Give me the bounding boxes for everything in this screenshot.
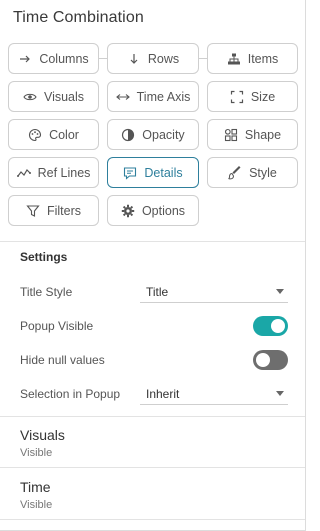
visuals-label: Visuals (43, 89, 85, 104)
style-label: Style (249, 165, 277, 180)
eye-icon (23, 90, 37, 104)
options-button[interactable]: Options (107, 195, 199, 226)
items-label: Items (247, 51, 279, 66)
size-button[interactable]: Size (207, 81, 298, 112)
ref-lines-label: Ref Lines (37, 165, 91, 180)
toggle-knob (256, 353, 270, 367)
color-label: Color (49, 127, 79, 142)
panel-title: Time Combination (13, 9, 144, 26)
popup-visible-label: Popup Visible (20, 319, 94, 333)
line-chart-icon (16, 166, 31, 180)
caret-down-icon (276, 289, 284, 294)
time-section-subtitle: Visible (20, 499, 53, 511)
selection-popup-select[interactable]: Inherit (140, 383, 288, 405)
details-button[interactable]: Details (107, 157, 199, 188)
opacity-icon (121, 128, 135, 142)
time-axis-button[interactable]: Time Axis (107, 81, 199, 112)
caret-down-icon (276, 391, 284, 396)
divider (0, 241, 305, 242)
rows-button[interactable]: Rows (107, 43, 199, 74)
color-button[interactable]: Color (8, 119, 99, 150)
filters-label: Filters (46, 203, 82, 218)
visuals-section-subtitle: Visible (20, 447, 53, 459)
size-label: Size (250, 89, 276, 104)
style-button[interactable]: Style (207, 157, 298, 188)
funnel-icon (26, 204, 40, 218)
time-section-title[interactable]: Time (20, 479, 51, 495)
visuals-button[interactable]: Visuals (8, 81, 99, 112)
divider (0, 467, 305, 468)
columns-label: Columns (39, 51, 89, 66)
title-style-select[interactable]: Title (140, 281, 288, 303)
opacity-label: Opacity (142, 127, 185, 142)
resize-corners-icon (230, 90, 244, 104)
popup-visible-toggle[interactable] (253, 316, 288, 336)
message-icon (123, 166, 137, 180)
filters-button[interactable]: Filters (8, 195, 99, 226)
title-style-value: Title (146, 284, 169, 299)
details-label: Details (144, 165, 183, 180)
arrow-right-icon (18, 52, 32, 66)
arrow-down-icon (127, 52, 141, 66)
gear-icon (121, 204, 135, 218)
shapes-icon (224, 128, 238, 142)
settings-heading: Settings (20, 250, 68, 264)
arrows-horizontal-icon (115, 90, 130, 104)
items-button[interactable]: Items (207, 43, 298, 74)
hide-null-toggle[interactable] (253, 350, 288, 370)
rows-label: Rows (147, 51, 180, 66)
visuals-section-title[interactable]: Visuals (20, 427, 65, 443)
selection-popup-label: Selection in Popup (20, 387, 121, 401)
hierarchy-icon (227, 52, 241, 66)
columns-button[interactable]: Columns (8, 43, 99, 74)
divider (0, 416, 305, 417)
shape-label: Shape (244, 127, 282, 142)
title-style-label: Title Style (20, 285, 73, 299)
palette-icon (28, 128, 42, 142)
shape-button[interactable]: Shape (207, 119, 298, 150)
selection-popup-value: Inherit (146, 386, 180, 401)
divider (0, 519, 305, 520)
brush-icon (228, 165, 242, 180)
ref-lines-button[interactable]: Ref Lines (8, 157, 99, 188)
toggle-knob (271, 319, 285, 333)
opacity-button[interactable]: Opacity (107, 119, 199, 150)
time-axis-label: Time Axis (136, 89, 191, 104)
hide-null-label: Hide null values (20, 353, 105, 367)
options-label: Options (141, 203, 186, 218)
